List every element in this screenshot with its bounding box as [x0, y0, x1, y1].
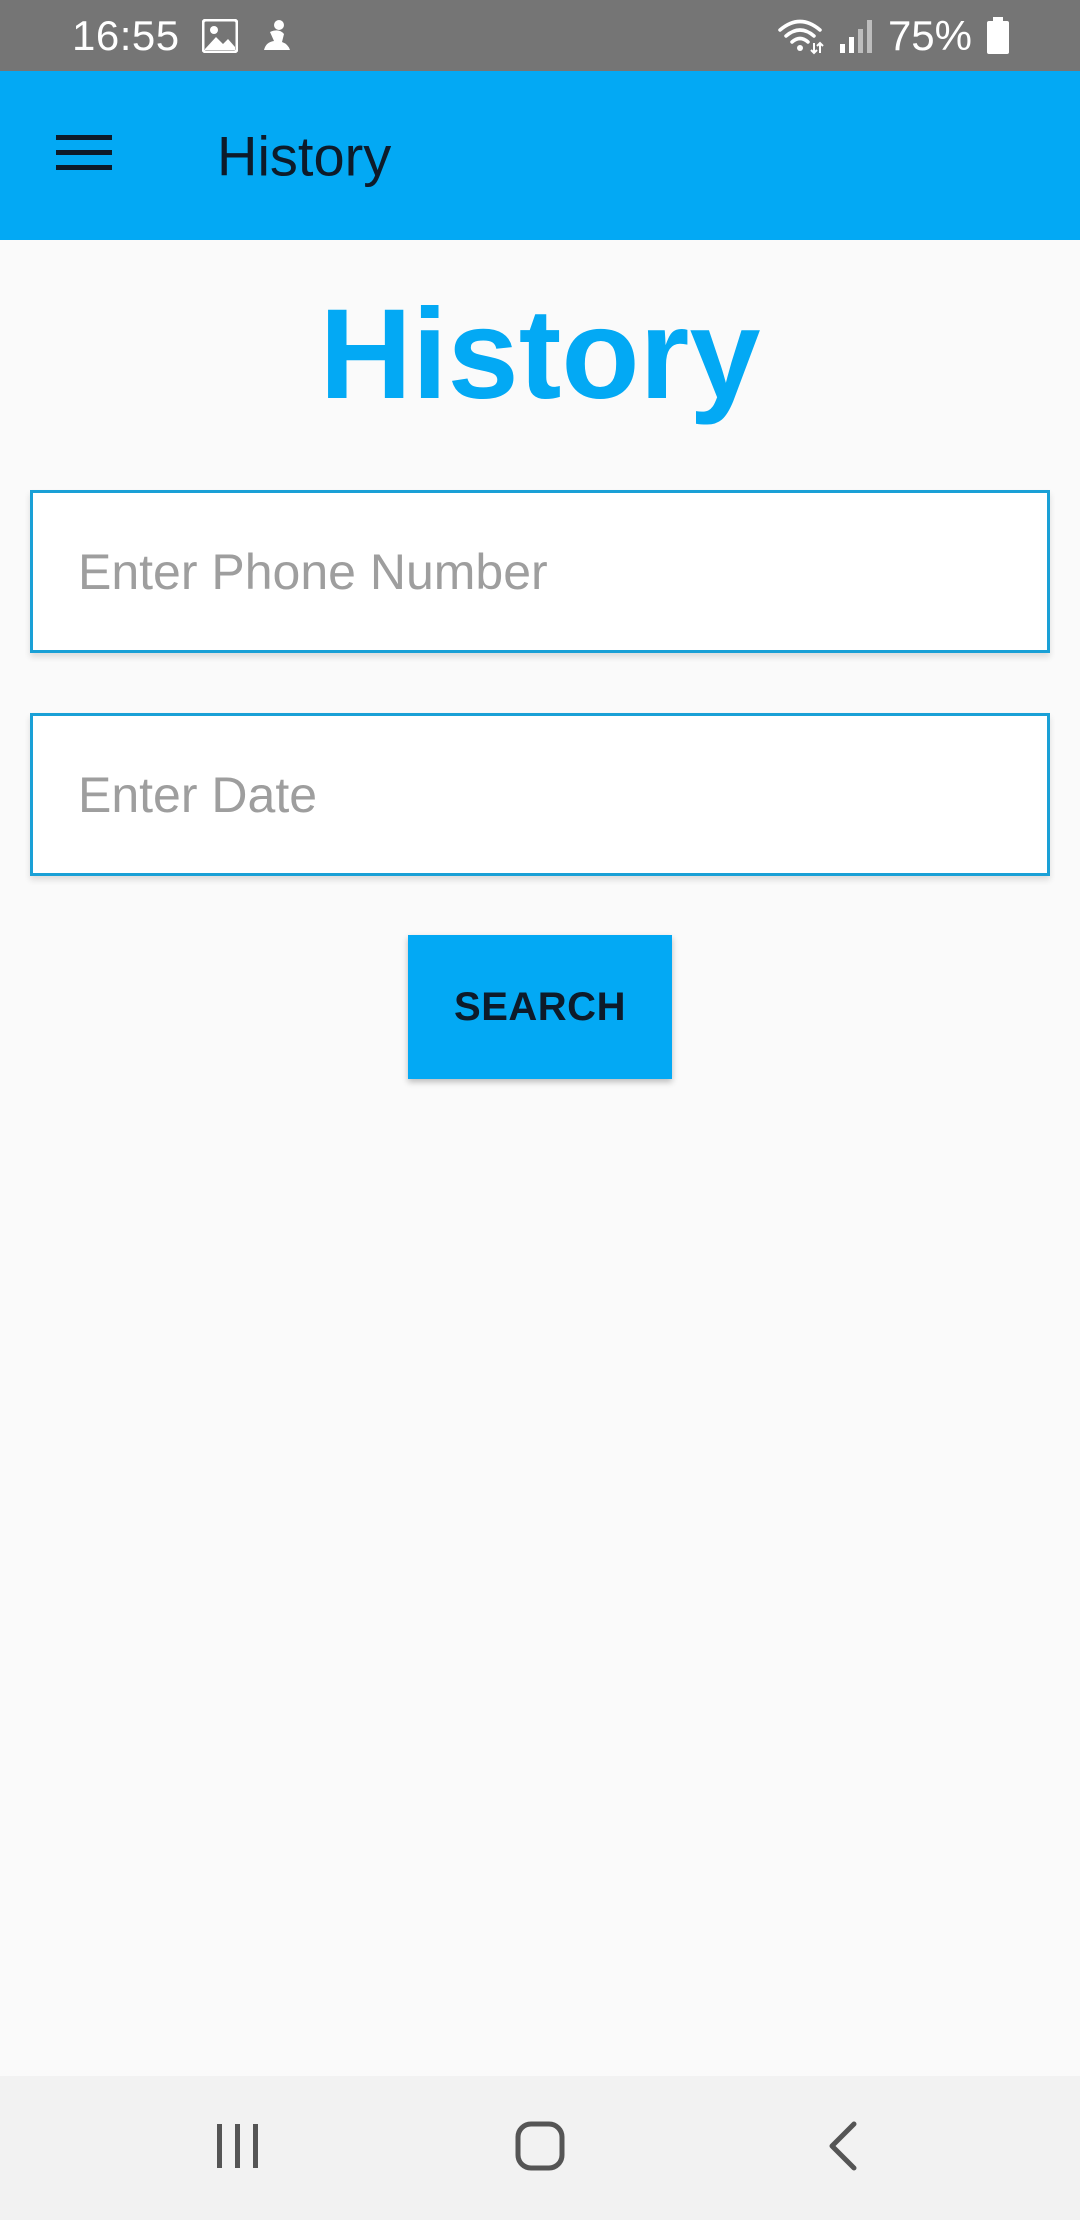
home-icon	[515, 2121, 565, 2176]
status-bar: 16:55 75%	[0, 0, 1080, 71]
status-right: 75%	[776, 12, 1010, 60]
back-button[interactable]	[797, 2103, 887, 2193]
gallery-icon	[201, 18, 238, 53]
wifi-icon	[776, 17, 824, 55]
recent-apps-button[interactable]	[193, 2103, 283, 2193]
date-field-container	[30, 713, 1050, 876]
phone-field-container	[30, 490, 1050, 653]
notification-icon	[260, 18, 294, 54]
status-left: 16:55	[72, 12, 294, 60]
battery-icon	[986, 16, 1010, 55]
page-title: History	[319, 283, 761, 426]
navigation-bar	[0, 2076, 1080, 2220]
home-button[interactable]	[495, 2103, 585, 2193]
recent-apps-icon	[215, 2122, 261, 2175]
app-bar-title: History	[217, 124, 392, 187]
date-input[interactable]	[33, 716, 1047, 873]
hamburger-menu-icon	[56, 133, 112, 178]
status-time: 16:55	[72, 11, 180, 59]
battery-percent: 75%	[887, 11, 972, 59]
menu-button[interactable]	[56, 128, 112, 184]
app-bar: History	[0, 71, 1080, 240]
signal-icon	[838, 18, 874, 54]
phone-number-input[interactable]	[33, 493, 1047, 650]
search-button[interactable]: SEARCH	[408, 935, 672, 1079]
back-icon	[826, 2121, 858, 2176]
